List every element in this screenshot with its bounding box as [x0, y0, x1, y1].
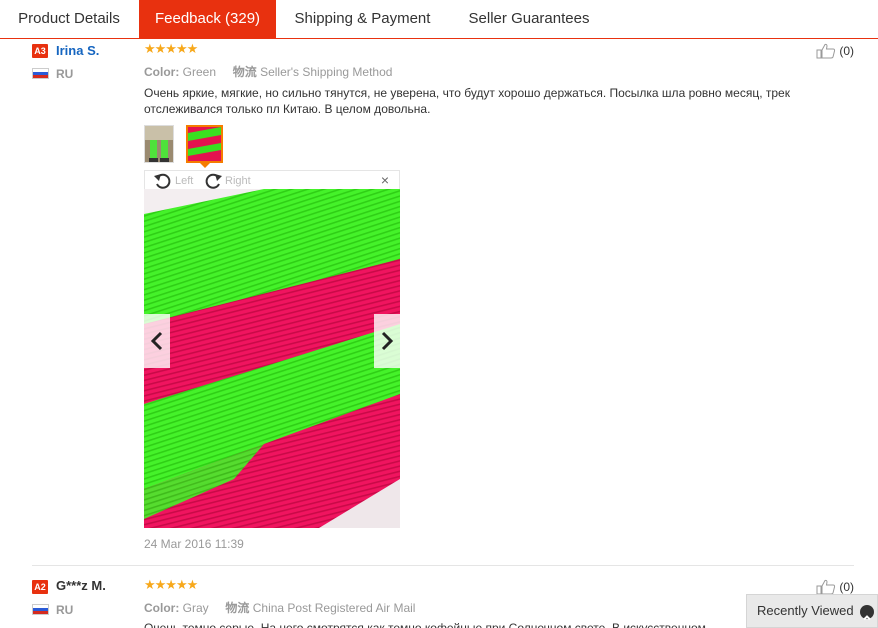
reviewer-country: RU	[56, 67, 74, 81]
rotate-left-label: Left	[175, 175, 194, 187]
color-label: Color:	[144, 65, 180, 79]
recently-viewed-label: Recently Viewed	[757, 603, 854, 618]
logistics-label: 物流	[232, 65, 257, 79]
review-photo	[144, 189, 400, 528]
review-item: A2 G***z M. RU ★★★★★ (0) Color: Gray 物流 …	[32, 566, 854, 628]
color-value: Gray	[182, 601, 209, 615]
logistics-value: China Post Registered Air Mail	[252, 601, 416, 615]
rotate-left-button[interactable]: Left	[153, 172, 193, 190]
reviewer-name[interactable]: Irina S.	[56, 43, 99, 58]
helpful-vote[interactable]: (0)	[816, 43, 854, 59]
buyer-level-badge: A3	[32, 44, 48, 58]
thumbs-up-icon[interactable]	[816, 43, 836, 59]
rotate-left-icon	[154, 173, 171, 189]
close-viewer-button[interactable]: ×	[381, 173, 389, 187]
review-attributes: Color: Green 物流 Seller's Shipping Method	[144, 63, 392, 80]
photo-thumbnail[interactable]	[144, 125, 174, 163]
review-text: Очень темно серые. На него смотрятся как…	[144, 621, 706, 628]
recently-viewed-button[interactable]: Recently Viewed	[746, 594, 878, 628]
helpful-count: (0)	[839, 44, 854, 58]
helpful-vote[interactable]: (0)	[816, 579, 854, 595]
helpful-count: (0)	[839, 580, 854, 594]
reviewer-name[interactable]: G***z M.	[56, 578, 106, 593]
color-value: Green	[182, 65, 217, 79]
review-date: 24 Mar 2016 11:39	[144, 537, 244, 551]
tab-bar: Product Details Feedback (329) Shipping …	[0, 0, 878, 39]
chevron-up-icon	[860, 605, 874, 621]
rotate-right-button[interactable]: Right	[203, 172, 251, 190]
review-text: Очень яркие, мягкие, но сильно тянутся, …	[144, 86, 790, 116]
chevron-right-icon	[381, 331, 394, 351]
logistics-value: Seller's Shipping Method	[260, 65, 393, 79]
review-item: A3 Irina S. RU ★★★★★ (0) Color: Green 物流…	[32, 40, 854, 566]
photo-thumbnail-selected[interactable]	[186, 125, 223, 163]
review-attributes: Color: Gray 物流 China Post Registered Air…	[144, 599, 415, 616]
tab-feedback[interactable]: Feedback (329)	[139, 0, 276, 39]
reviewer-country: RU	[56, 603, 74, 617]
russia-flag-icon	[32, 68, 49, 79]
thumbs-up-icon[interactable]	[816, 579, 836, 595]
buyer-level-badge: A2	[32, 580, 48, 594]
tab-shipping-payment[interactable]: Shipping & Payment	[276, 0, 449, 39]
photo-viewer: Left Right ×	[144, 170, 400, 528]
color-label: Color:	[144, 601, 180, 615]
viewer-toolbar: Left Right ×	[144, 170, 400, 189]
prev-photo-button[interactable]	[144, 314, 170, 368]
selected-caret	[200, 163, 210, 168]
rotate-right-icon	[205, 173, 222, 189]
tab-seller-guarantees[interactable]: Seller Guarantees	[449, 0, 609, 39]
star-rating: ★★★★★	[144, 577, 198, 592]
tab-product-details[interactable]: Product Details	[0, 0, 138, 39]
rotate-right-label: Right	[225, 175, 251, 187]
star-rating: ★★★★★	[144, 41, 198, 56]
russia-flag-icon	[32, 604, 49, 615]
logistics-label: 物流	[225, 601, 250, 615]
chevron-left-icon	[150, 331, 163, 351]
next-photo-button[interactable]	[374, 314, 400, 368]
